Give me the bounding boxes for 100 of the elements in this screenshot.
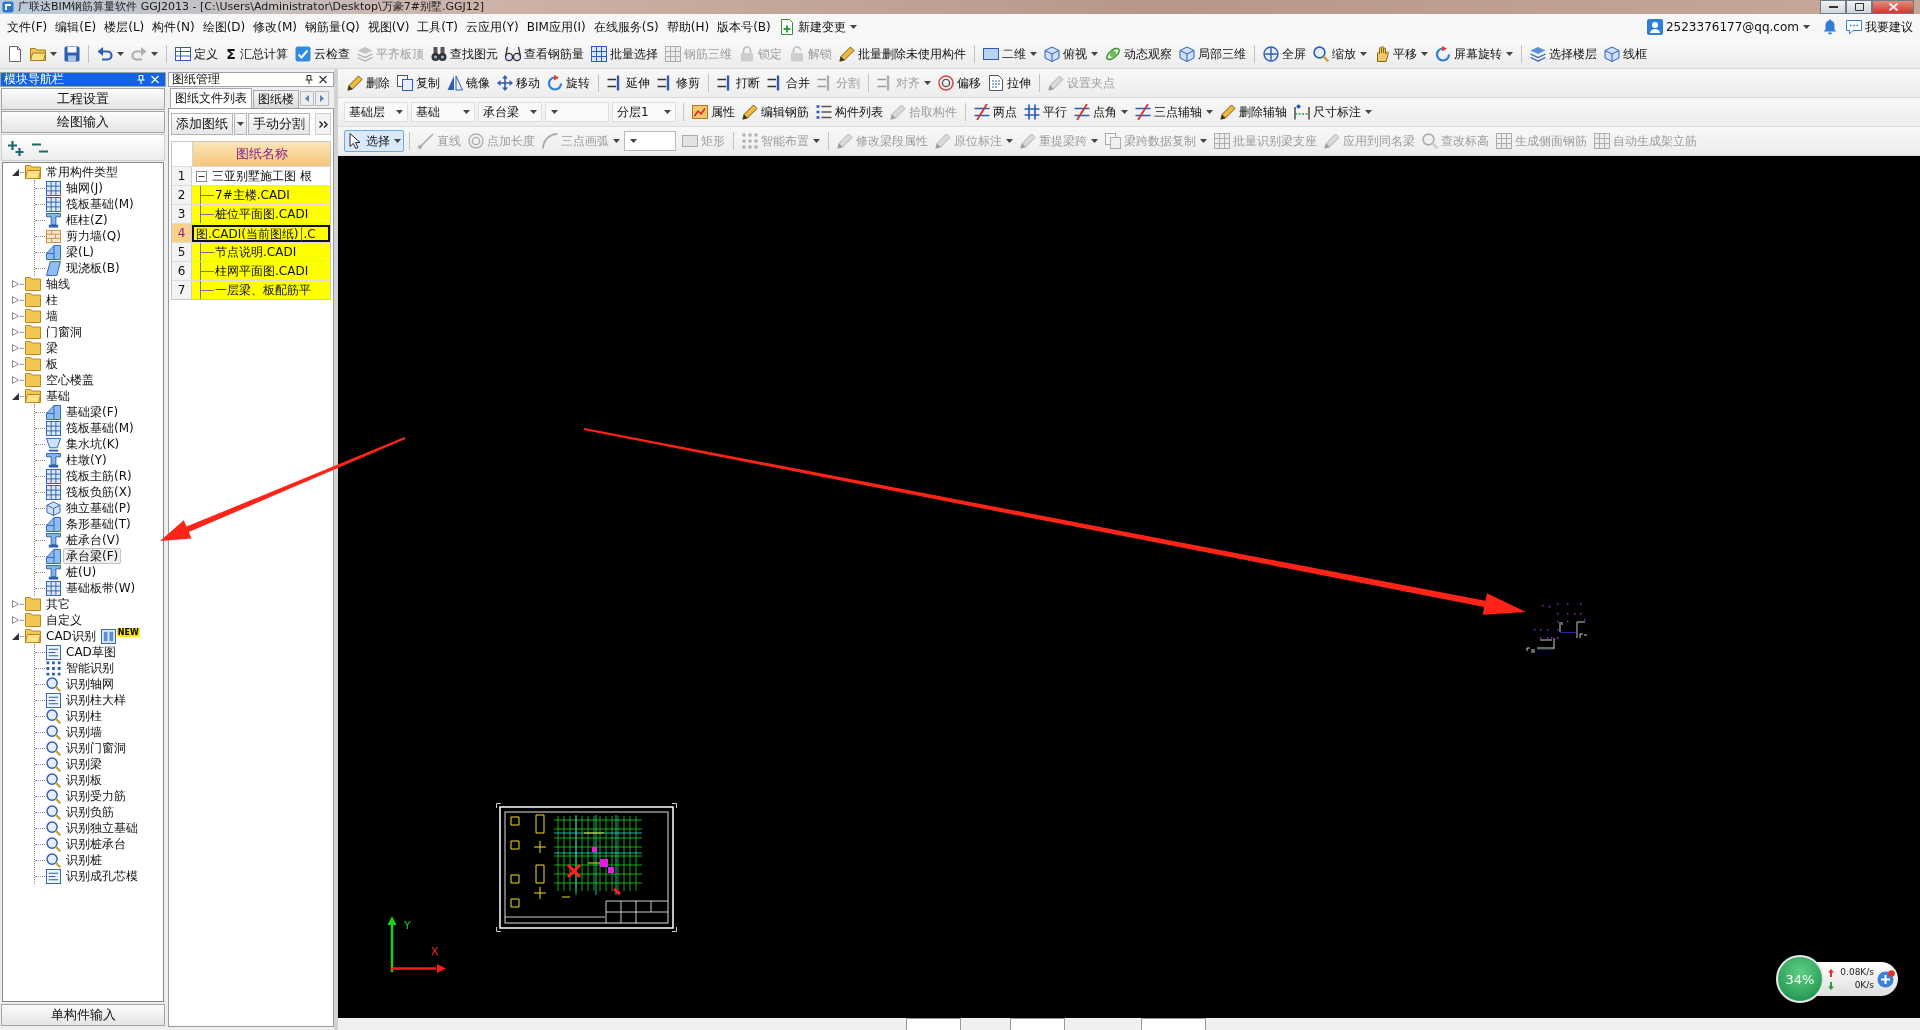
toolbar-button[interactable]: 屏幕旋转 — [1432, 43, 1516, 65]
expand-triangle-icon[interactable] — [12, 312, 19, 320]
expand-triangle-icon[interactable] — [12, 616, 19, 624]
tab[interactable]: 图纸楼 — [253, 90, 299, 108]
tree-item[interactable]: 梁 — [43, 340, 61, 356]
toolbar-button[interactable]: 旋转 — [544, 72, 593, 94]
toolbar-button[interactable]: 两点 — [971, 101, 1020, 123]
tree-item[interactable]: 桩(U) — [63, 564, 100, 580]
dropdown-button[interactable] — [234, 113, 247, 135]
tree-item[interactable]: 识别成孔芯模 — [63, 868, 141, 884]
expand-triangle-icon[interactable] — [12, 328, 19, 336]
toolbar-button[interactable]: 缩放 — [1310, 43, 1370, 65]
tree-item[interactable]: 筏板负筋(X) — [63, 484, 135, 500]
menu-item[interactable]: 在线服务(S) — [589, 16, 663, 38]
expand-triangle-icon[interactable] — [12, 360, 19, 368]
tree-item[interactable]: 识别负筋 — [63, 804, 117, 820]
toolbar-button[interactable]: 云检查 — [292, 43, 353, 65]
toolbar-button[interactable]: Σ 汇总计算 — [222, 43, 291, 65]
expand-triangle-icon[interactable] — [12, 344, 19, 352]
collapse-triangle-icon[interactable] — [12, 632, 19, 640]
table-row[interactable]: 4 图.CADI(当前图纸) .C — [172, 223, 330, 242]
table-row[interactable]: 2 7#主楼.CADI — [172, 185, 330, 204]
tree-item[interactable]: 柱墩(Y) — [63, 452, 110, 468]
nav-button[interactable]: 绘图输入 — [1, 111, 165, 133]
menu-item[interactable]: 版本号(B) — [713, 16, 775, 38]
tree-item[interactable]: 智能识别 — [63, 660, 117, 676]
tree-item[interactable]: 基础 — [43, 388, 73, 404]
tab[interactable]: 图纸文件列表 — [170, 88, 252, 108]
close-button[interactable] — [148, 73, 162, 86]
toolbar-button[interactable]: 偏移 — [935, 72, 984, 94]
menu-item[interactable]: 视图(V) — [363, 16, 414, 38]
tree-item[interactable]: 承台梁(F) — [63, 548, 122, 564]
toolbar-button[interactable]: 打断 — [714, 72, 763, 94]
tree-item[interactable]: 独立基础(P) — [63, 500, 134, 516]
tree-item[interactable]: 空心楼盖 — [43, 372, 97, 388]
toolbar-button[interactable]: 全屏 — [1260, 43, 1309, 65]
expand-triangle-icon[interactable] — [12, 600, 19, 608]
toolbar-button[interactable]: 平移 — [1371, 43, 1431, 65]
overflow-button[interactable] — [315, 113, 331, 135]
menu-item[interactable]: 文件(F) — [3, 16, 52, 38]
minimize-button[interactable] — [1820, 0, 1846, 14]
number-field[interactable] — [1010, 1018, 1065, 1030]
toolbar-button[interactable]: 批量选择 — [588, 43, 661, 65]
menu-item[interactable]: BIM应用(I) — [522, 16, 590, 38]
toolbar-button[interactable]: 局部三维 — [1176, 43, 1249, 65]
tree-item[interactable]: 筏板主筋(R) — [63, 468, 135, 484]
tree-item[interactable]: 自定义 — [43, 612, 85, 628]
tree-item[interactable]: 识别墙 — [63, 724, 105, 740]
dropdown-field[interactable] — [545, 102, 609, 122]
feedback-button[interactable]: 我要建议 — [1842, 16, 1917, 38]
toolbar-button[interactable]: 俯视 — [1041, 43, 1101, 65]
number-field[interactable] — [1141, 1018, 1206, 1030]
menu-item[interactable]: 修改(M) — [249, 16, 301, 38]
dropdown-field[interactable]: 分层1 — [612, 102, 676, 122]
toolbar-button[interactable]: 手动分割 — [248, 113, 310, 135]
scroll-right-button[interactable] — [315, 91, 329, 106]
menu-item[interactable]: 构件(N) — [148, 16, 199, 38]
tree-item[interactable]: 现浇板(B) — [63, 260, 123, 276]
toolbar-button[interactable]: 属性 — [689, 101, 738, 123]
dropdown-field[interactable]: 基础层 — [344, 102, 408, 122]
toolbar-button[interactable]: 点角 — [1071, 101, 1131, 123]
tree-item[interactable]: 门窗洞 — [43, 324, 85, 340]
menu-item[interactable]: 工具(T) — [413, 16, 463, 38]
menu-item[interactable]: 绘图(D) — [198, 16, 250, 38]
nav-button[interactable]: 单构件输入 — [1, 1004, 165, 1026]
tree-item[interactable]: 条形基础(T) — [63, 516, 134, 532]
tree-item[interactable]: 梁(L) — [63, 244, 98, 260]
name-input-field[interactable]: 图.CADI(当前图纸) — [192, 224, 302, 242]
toolbar-button[interactable]: 延伸 — [604, 72, 653, 94]
toolbar-button[interactable]: 三点辅轴 — [1132, 101, 1216, 123]
menu-item[interactable]: 楼层(L) — [100, 16, 149, 38]
tree-item[interactable]: 识别桩 — [63, 852, 105, 868]
menu-item[interactable]: 编辑(E) — [51, 16, 101, 38]
close-button[interactable] — [1872, 0, 1914, 14]
toolbar-button[interactable]: 镜像 — [444, 72, 493, 94]
toolbar-button[interactable]: 查找图元 — [428, 43, 501, 65]
toolbar-button[interactable]: 查看钢筋量 — [502, 43, 587, 65]
toolbar-button[interactable]: 尺寸标注 — [1291, 101, 1375, 123]
plus-icon[interactable] — [1877, 970, 1895, 988]
collapse-triangle-icon[interactable] — [12, 392, 19, 400]
dropdown-field[interactable]: 承台梁 — [478, 102, 542, 122]
toolbar-button[interactable]: 删除 — [344, 72, 393, 94]
toolbar-button[interactable]: 构件列表 — [813, 101, 886, 123]
table-row[interactable]: 3 桩位平面图.CADI — [172, 204, 330, 223]
tree-item[interactable]: 识别门窗洞 — [63, 740, 129, 756]
tree-item[interactable]: 识别桩承台 — [63, 836, 129, 852]
tree-item[interactable]: 其它 — [43, 596, 73, 612]
toolbar-button[interactable]: 选择 — [344, 130, 404, 152]
tree-item[interactable]: 柱 — [43, 292, 61, 308]
tree-item[interactable]: 识别板 — [63, 772, 105, 788]
tree-item[interactable]: 框柱(Z) — [63, 212, 111, 228]
toolbar-button[interactable]: 定义 — [172, 43, 221, 65]
toolbar-button[interactable]: 选择楼层 — [1527, 43, 1600, 65]
toolbar-button[interactable]: 拉伸 — [985, 72, 1034, 94]
expand-triangle-icon[interactable] — [12, 376, 19, 384]
pin-button[interactable] — [302, 73, 316, 86]
tree-item[interactable]: 板 — [43, 356, 61, 372]
table-row[interactable]: 7 一层梁、板配筋平 — [172, 280, 330, 299]
dropdown-field[interactable] — [624, 131, 676, 151]
pin-button[interactable] — [134, 73, 148, 86]
